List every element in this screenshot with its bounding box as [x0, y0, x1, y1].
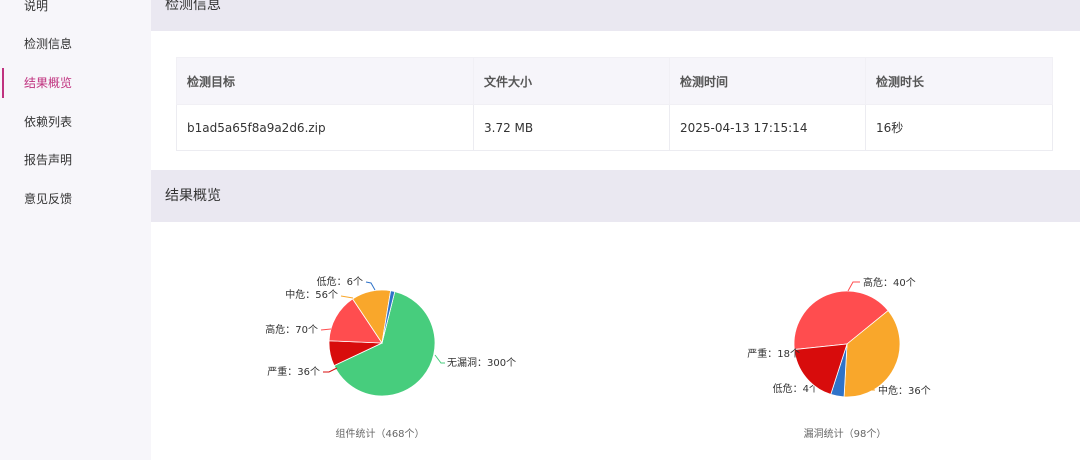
result-overview-heading: 结果概览	[151, 170, 1080, 222]
pie-label-medium: 中危：56个	[285, 288, 338, 301]
cell-detect-time: 2025-04-13 17:15:14	[669, 104, 866, 151]
component-stats-chart: 无漏洞：300个严重：36个高危：70个 中危：56个低危：6个组件统计（468个…	[265, 275, 516, 440]
column-header-file-size: 文件大小	[473, 57, 670, 105]
pie-label-line-medium	[340, 295, 354, 299]
column-header-duration: 检测时长	[865, 57, 1053, 105]
chart-title: 组件统计（468个）	[335, 427, 424, 440]
pie-label-high: 高危：70个	[265, 323, 318, 336]
result-overview-panel: 无漏洞：300个严重：36个 高危：70个 中危：56个 低危：6个组件统计（468个…	[151, 222, 1080, 460]
pie-label-none: 无漏洞：300个	[447, 357, 516, 369]
pie-label-severe: 严重：36个	[267, 365, 320, 378]
vulnerability-stats-chart: 高危：40个中危：36个低危：4个严重：18个漏洞统计（98个）	[747, 276, 931, 440]
sidebar-item-intro[interactable]: 说明	[0, 0, 151, 25]
sidebar-item-result-overview[interactable]: 结果概览	[0, 64, 151, 102]
table-row: b1ad5a65f8a9a2d6.zip 3.72 MB 2025-04-13 …	[176, 104, 1053, 151]
pie-label-line-high	[847, 281, 860, 292]
table-header-row: 检测目标 文件大小 检测时间 检测时长	[176, 57, 1053, 105]
pie-label-low: 低危：6个	[317, 275, 363, 288]
column-header-detect-time: 检测时间	[669, 57, 866, 105]
detection-info-heading: 检测信息	[151, 0, 1080, 31]
main-content: 检测信息 检测目标 文件大小 检测时间 检测时长 b1ad5a65f8a9a2d…	[151, 0, 1080, 460]
detection-info-table: 检测目标 文件大小 检测时间 检测时长 b1ad5a65f8a9a2d6.zip…	[176, 57, 1053, 151]
pie-label-line-none	[434, 354, 445, 364]
sidebar-item-report-statement[interactable]: 报告声明	[0, 141, 151, 179]
pie-label-high: 高危：40个	[863, 276, 916, 289]
pie-label-line-high	[320, 328, 332, 331]
pie-label-line-low	[365, 281, 376, 291]
chart-title: 漏洞统计（98个）	[804, 427, 887, 440]
sidebar: 说明 检测信息 结果概览 依赖列表 报告声明 意见反馈	[0, 0, 151, 460]
sidebar-item-detection-info[interactable]: 检测信息	[0, 25, 151, 63]
cell-file-size: 3.72 MB	[473, 104, 670, 151]
pie-label-severe: 严重：18个	[747, 347, 800, 360]
pie-label-medium: 中危：36个	[878, 384, 931, 397]
detection-info-panel: 检测目标 文件大小 检测时间 检测时长 b1ad5a65f8a9a2d6.zip…	[151, 31, 1080, 170]
cell-duration: 16秒	[865, 104, 1053, 151]
cell-target: b1ad5a65f8a9a2d6.zip	[176, 104, 474, 151]
pie-label-line-severe	[323, 367, 338, 373]
sidebar-item-dependency-list[interactable]: 依赖列表	[0, 103, 151, 141]
sidebar-item-feedback[interactable]: 意见反馈	[0, 180, 151, 218]
column-header-target: 检测目标	[176, 57, 474, 105]
